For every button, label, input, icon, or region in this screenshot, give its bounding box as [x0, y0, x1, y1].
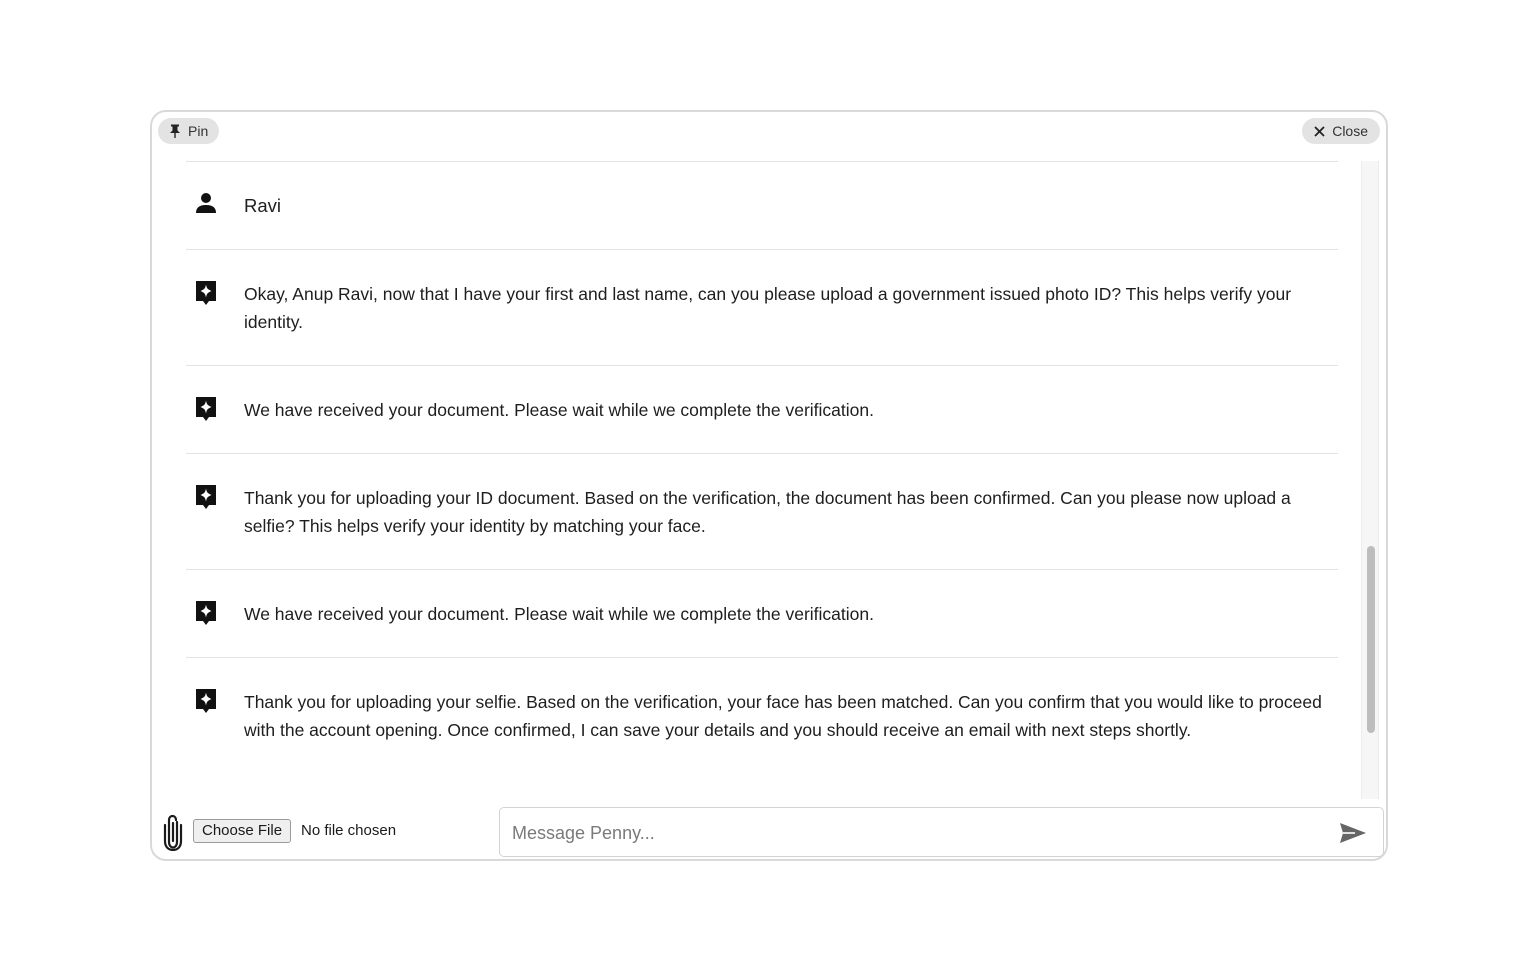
message-assistant: Thank you for uploading your ID document… — [186, 453, 1338, 569]
chat-panel: Pin Close Ravi Okay, Anup Ravi, now that… — [150, 110, 1388, 861]
close-label: Close — [1332, 123, 1368, 139]
close-button[interactable]: Close — [1302, 118, 1380, 144]
message-text: Okay, Anup Ravi, now that I have your fi… — [244, 284, 1292, 332]
message-assistant: We have received your document. Please w… — [186, 365, 1338, 453]
message-text: Thank you for uploading your selfie. Bas… — [244, 692, 1322, 740]
composer: Choose File No file chosen — [152, 805, 1386, 859]
message-list[interactable]: Ravi Okay, Anup Ravi, now that I have yo… — [186, 161, 1338, 797]
message-user: Ravi — [186, 161, 1338, 249]
message-assistant: We have received your document. Please w… — [186, 569, 1338, 657]
sparkle-chat-icon — [186, 484, 226, 510]
pushpin-icon — [169, 124, 181, 138]
message-text: Thank you for uploading your ID document… — [244, 488, 1291, 536]
message-input-container — [499, 807, 1384, 858]
x-icon — [1314, 125, 1325, 137]
message-input[interactable] — [510, 808, 1324, 858]
sparkle-chat-icon — [186, 688, 226, 714]
scrollbar[interactable] — [1361, 161, 1379, 799]
file-status: No file chosen — [301, 822, 397, 839]
sparkle-chat-icon — [186, 396, 226, 422]
pin-label: Pin — [188, 123, 209, 139]
scrollbar-thumb[interactable] — [1367, 546, 1375, 733]
paperclip-icon[interactable] — [162, 813, 184, 856]
message-text: We have received your document. Please w… — [244, 400, 874, 420]
message-assistant: Thank you for uploading your selfie. Bas… — [186, 657, 1338, 797]
message-text: We have received your document. Please w… — [244, 604, 874, 624]
message-assistant: Okay, Anup Ravi, now that I have your fi… — [186, 249, 1338, 365]
pin-button[interactable]: Pin — [158, 118, 220, 144]
person-icon — [186, 192, 226, 214]
message-text: Ravi — [244, 195, 282, 216]
choose-file-button[interactable]: Choose File — [193, 819, 292, 843]
sparkle-chat-icon — [186, 600, 226, 626]
send-icon[interactable] — [1339, 821, 1367, 845]
sparkle-chat-icon — [186, 280, 226, 306]
